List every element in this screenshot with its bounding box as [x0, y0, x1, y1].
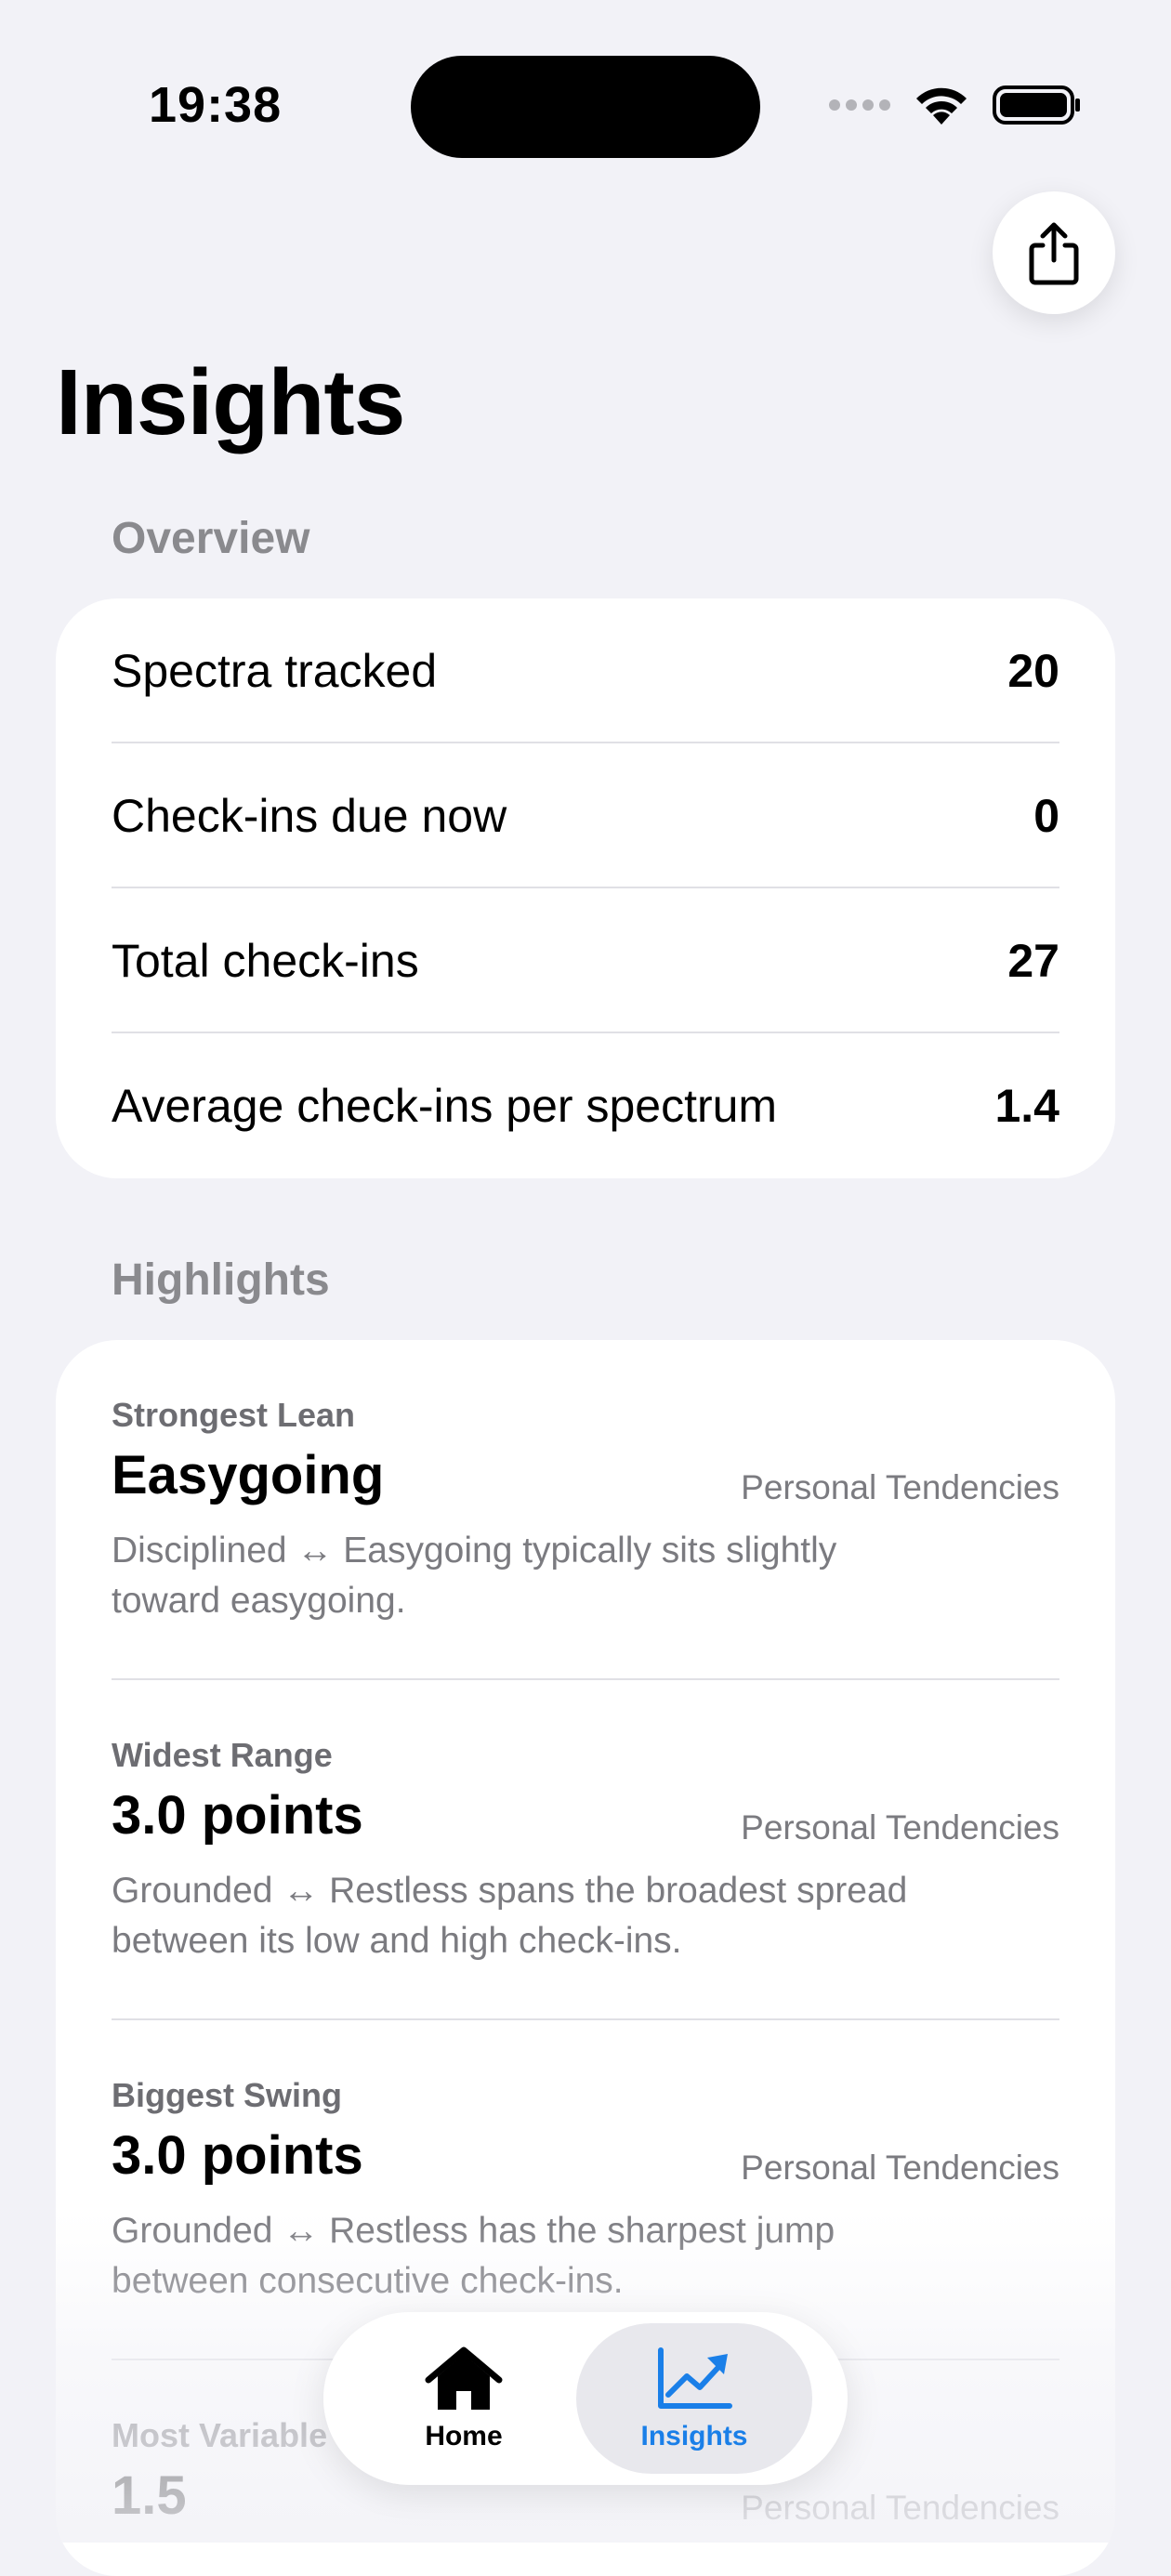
- page-title: Insights: [56, 350, 405, 454]
- highlight-category: Personal Tendencies: [741, 1808, 1059, 1847]
- tab-label: Insights: [640, 2421, 748, 2451]
- highlight-value: 3.0 points: [112, 2125, 363, 2186]
- highlight-value: Easygoing: [112, 1445, 385, 1505]
- highlight-value: 1.5: [112, 2465, 187, 2526]
- house-icon: [425, 2346, 503, 2410]
- status-icons: [829, 82, 1082, 128]
- tab-home[interactable]: Home: [346, 2323, 582, 2474]
- highlight-category: Personal Tendencies: [741, 1468, 1059, 1506]
- highlight-description: Grounded ↔ Restless has the sharpest jum…: [112, 2211, 835, 2301]
- overview-section-header: Overview: [112, 514, 310, 563]
- highlight-biggest-swing[interactable]: Biggest Swing 3.0 points Personal Tenden…: [56, 2020, 1115, 2360]
- chart-line-icon: [658, 2347, 732, 2409]
- battery-icon: [993, 85, 1080, 125]
- highlight-strongest-lean[interactable]: Strongest Lean Easygoing Personal Tenden…: [56, 1340, 1115, 1680]
- overview-label: Spectra tracked: [112, 645, 438, 697]
- share-icon: [1029, 222, 1079, 285]
- overview-label: Total check-ins: [112, 935, 419, 987]
- dynamic-island: [411, 56, 760, 158]
- overview-value: 0: [1033, 790, 1059, 842]
- highlight-widest-range[interactable]: Widest Range 3.0 points Personal Tendenc…: [56, 1680, 1115, 2020]
- overview-label: Check-ins due now: [112, 790, 507, 842]
- highlight-label: Strongest Lean: [112, 1396, 356, 1434]
- highlight-category: Personal Tendencies: [741, 2489, 1059, 2527]
- highlight-label: Widest Range: [112, 1736, 333, 1774]
- overview-label: Average check-ins per spectrum: [112, 1080, 778, 1132]
- overview-value: 27: [1007, 935, 1059, 987]
- highlight-label: Biggest Swing: [112, 2076, 343, 2114]
- overview-value: 1.4: [994, 1080, 1059, 1132]
- overview-value: 20: [1007, 645, 1059, 697]
- cellular-signal-icon: [829, 99, 890, 111]
- overview-row-check-ins-due: Check-ins due now 0: [56, 743, 1115, 888]
- highlight-value: 3.0 points: [112, 1785, 363, 1846]
- highlights-section-header: Highlights: [112, 1255, 330, 1305]
- tab-insights[interactable]: Insights: [576, 2323, 812, 2474]
- wifi-icon: [916, 87, 967, 125]
- overview-row-total-check-ins: Total check-ins 27: [56, 888, 1115, 1033]
- highlight-description: Disciplined ↔ Easygoing typically sits s…: [112, 1531, 837, 1621]
- overview-row-average-check-ins: Average check-ins per spectrum 1.4: [56, 1033, 1115, 1178]
- tab-label: Home: [425, 2421, 503, 2451]
- tab-bar: Home Insights: [323, 2312, 848, 2485]
- status-time: 19:38: [149, 77, 283, 133]
- share-button[interactable]: [993, 191, 1115, 314]
- highlight-category: Personal Tendencies: [741, 2149, 1059, 2187]
- highlight-label: Most Variable: [112, 2416, 328, 2454]
- overview-card: Spectra tracked 20 Check-ins due now 0 T…: [56, 598, 1115, 1178]
- highlight-description: Grounded ↔ Restless spans the broadest s…: [112, 1871, 908, 1961]
- overview-row-spectra-tracked: Spectra tracked 20: [56, 598, 1115, 743]
